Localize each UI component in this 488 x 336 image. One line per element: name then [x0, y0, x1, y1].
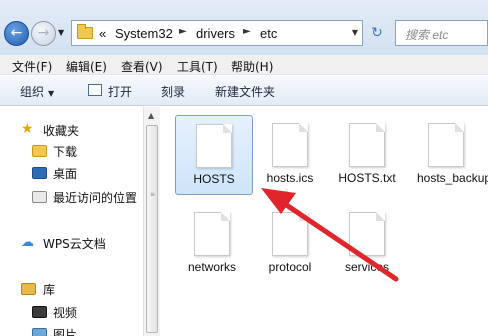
arrow-shaft — [279, 199, 399, 282]
annotation-arrow — [261, 188, 399, 282]
